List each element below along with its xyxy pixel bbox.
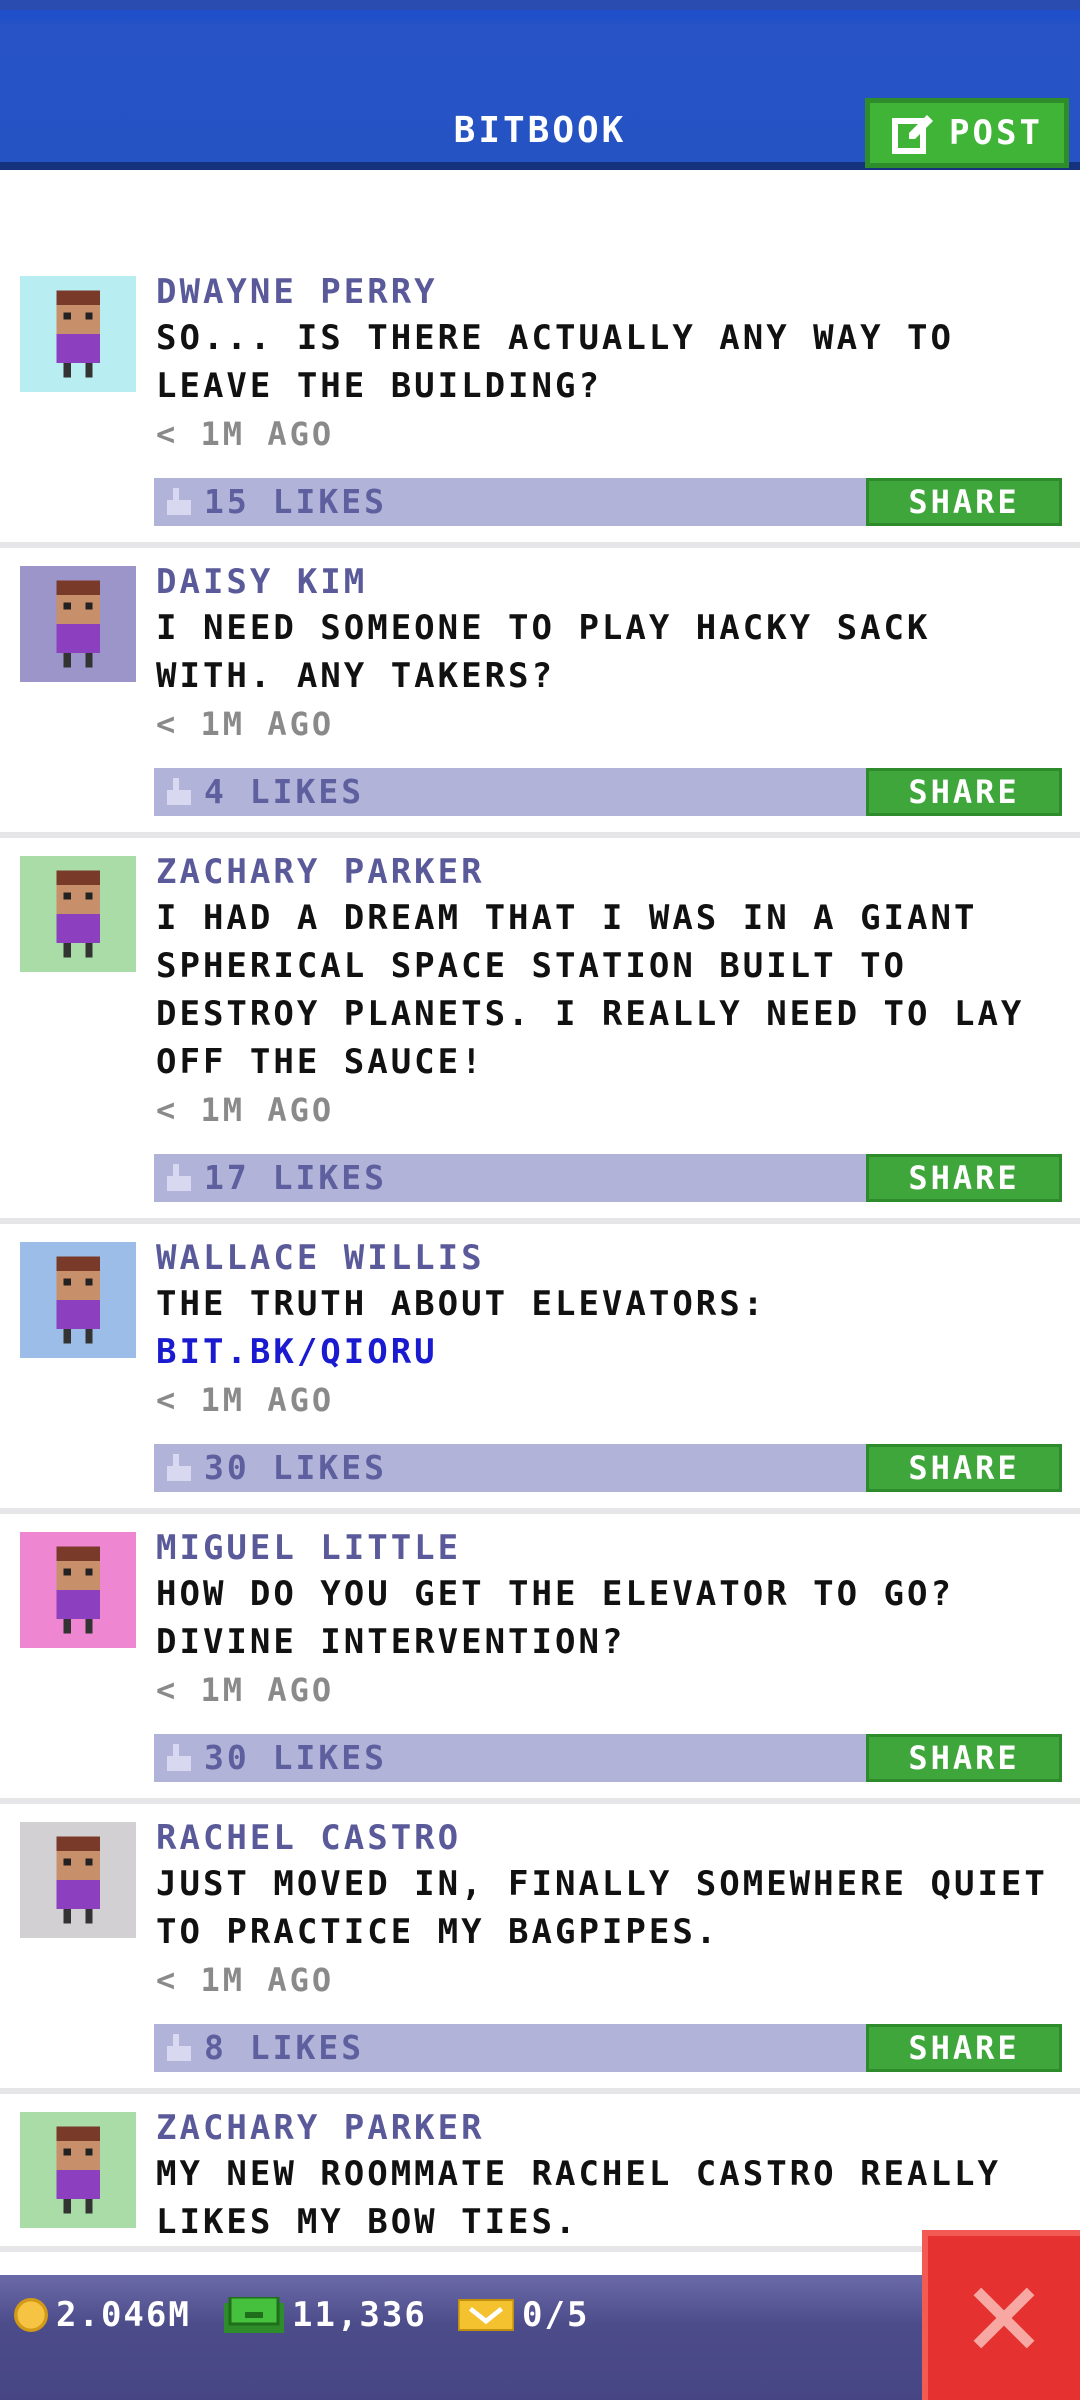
post-action-bar: 8 LIKES SHARE — [154, 2024, 1062, 2072]
bux-counter: 11,336 — [224, 2295, 427, 2335]
post-item: MIGUEL LITTLE HOW DO YOU GET THE ELEVATOR… — [0, 1514, 1080, 1804]
tickets-value: 0/5 — [522, 2295, 590, 2335]
share-button[interactable]: SHARE — [866, 1154, 1062, 1202]
post-author[interactable]: DWAYNE PERRY — [156, 270, 1064, 314]
coins-counter: 2.046M — [14, 2295, 191, 2335]
post-author[interactable]: ZACHARY PARKER — [156, 850, 1064, 894]
post-item: DAISY KIM I NEED SOMEONE TO PLAY HACKY SA… — [0, 548, 1080, 838]
thumbs-up-icon[interactable] — [164, 1744, 194, 1774]
bux-value: 11,336 — [292, 2295, 427, 2335]
bitbook-screen: BITBOOK POST DWAYNE PERRY SO... IS THERE … — [0, 0, 1080, 2400]
post-timestamp: < 1M AGO — [156, 415, 335, 453]
post-author[interactable]: MIGUEL LITTLE — [156, 1526, 1064, 1570]
share-button[interactable]: SHARE — [866, 1444, 1062, 1492]
post-feed[interactable]: DWAYNE PERRY SO... IS THERE ACTUALLY ANY … — [0, 258, 1080, 2252]
post-timestamp: < 1M AGO — [156, 1671, 335, 1709]
post-item: DWAYNE PERRY SO... IS THERE ACTUALLY ANY … — [0, 258, 1080, 548]
post-button[interactable]: POST — [865, 98, 1069, 168]
post-text: I NEED SOMEONE TO PLAY HACKY SACK WITH. … — [156, 608, 931, 696]
avatar[interactable] — [20, 566, 136, 682]
post-item: RACHEL CASTRO JUST MOVED IN, FINALLY SOME… — [0, 1804, 1080, 2094]
post-text: I HAD A DREAM THAT I WAS IN A GIANT SPHE… — [156, 898, 1025, 1082]
post-text: THE TRUTH ABOUT ELEVATORS: — [156, 1284, 767, 1324]
header-bar: BITBOOK POST — [0, 0, 1080, 170]
likes-count: 15 LIKES — [204, 482, 387, 521]
avatar[interactable] — [20, 856, 136, 972]
close-icon — [973, 2287, 1035, 2349]
post-action-bar: 30 LIKES SHARE — [154, 1444, 1062, 1492]
avatar[interactable] — [20, 2112, 136, 2228]
thumbs-up-icon[interactable] — [164, 1164, 194, 1194]
coin-icon — [14, 2298, 48, 2332]
thumbs-up-icon[interactable] — [164, 2034, 194, 2064]
thumbs-up-icon[interactable] — [164, 488, 194, 518]
post-text: SO... IS THERE ACTUALLY ANY WAY TO LEAVE… — [156, 318, 954, 406]
post-text: JUST MOVED IN, FINALLY SOMEWHERE QUIET T… — [156, 1864, 1048, 1952]
share-button[interactable]: SHARE — [866, 2024, 1062, 2072]
post-timestamp: < 1M AGO — [156, 1961, 335, 1999]
post-text: HOW DO YOU GET THE ELEVATOR TO GO? DIVIN… — [156, 1574, 954, 1662]
avatar[interactable] — [20, 1532, 136, 1648]
share-button[interactable]: SHARE — [866, 768, 1062, 816]
likes-count: 17 LIKES — [204, 1158, 387, 1197]
tickets-counter: 0/5 — [458, 2295, 589, 2335]
likes-count: 30 LIKES — [204, 1448, 387, 1487]
post-author[interactable]: ZACHARY PARKER — [156, 2106, 1064, 2150]
bux-icon — [224, 2297, 284, 2333]
avatar[interactable] — [20, 1822, 136, 1938]
avatar[interactable] — [20, 276, 136, 392]
post-timestamp: < 1M AGO — [156, 705, 335, 743]
post-button-label: POST — [949, 113, 1043, 153]
post-author[interactable]: DAISY KIM — [156, 560, 1064, 604]
share-button[interactable]: SHARE — [866, 478, 1062, 526]
likes-count: 4 LIKES — [204, 772, 365, 811]
status-footer: 2.046M 11,336 0/5 — [0, 2275, 1080, 2400]
post-action-bar: 17 LIKES SHARE — [154, 1154, 1062, 1202]
post-item: ZACHARY PARKER MY NEW ROOMMATE RACHEL CAS… — [0, 2094, 1080, 2252]
post-timestamp: < 1M AGO — [156, 1091, 335, 1129]
likes-count: 30 LIKES — [204, 1738, 387, 1777]
thumbs-up-icon[interactable] — [164, 1454, 194, 1484]
post-action-bar: 30 LIKES SHARE — [154, 1734, 1062, 1782]
share-button[interactable]: SHARE — [866, 1734, 1062, 1782]
post-author[interactable]: WALLACE WILLIS — [156, 1236, 1064, 1280]
post-timestamp: < 1M AGO — [156, 1381, 335, 1419]
avatar[interactable] — [20, 1242, 136, 1358]
post-action-bar: 4 LIKES SHARE — [154, 768, 1062, 816]
post-item: ZACHARY PARKER I HAD A DREAM THAT I WAS I… — [0, 838, 1080, 1224]
thumbs-up-icon[interactable] — [164, 778, 194, 808]
edit-icon — [892, 115, 934, 154]
ticket-icon — [458, 2299, 514, 2331]
likes-count: 8 LIKES — [204, 2028, 365, 2067]
post-link[interactable]: BIT.BK/QIORU — [156, 1328, 1064, 1376]
post-author[interactable]: RACHEL CASTRO — [156, 1816, 1064, 1860]
post-item: WALLACE WILLIS THE TRUTH ABOUT ELEVATORS:… — [0, 1224, 1080, 1514]
coins-value: 2.046M — [56, 2295, 191, 2335]
post-action-bar: 15 LIKES SHARE — [154, 478, 1062, 526]
close-button[interactable] — [922, 2230, 1080, 2400]
